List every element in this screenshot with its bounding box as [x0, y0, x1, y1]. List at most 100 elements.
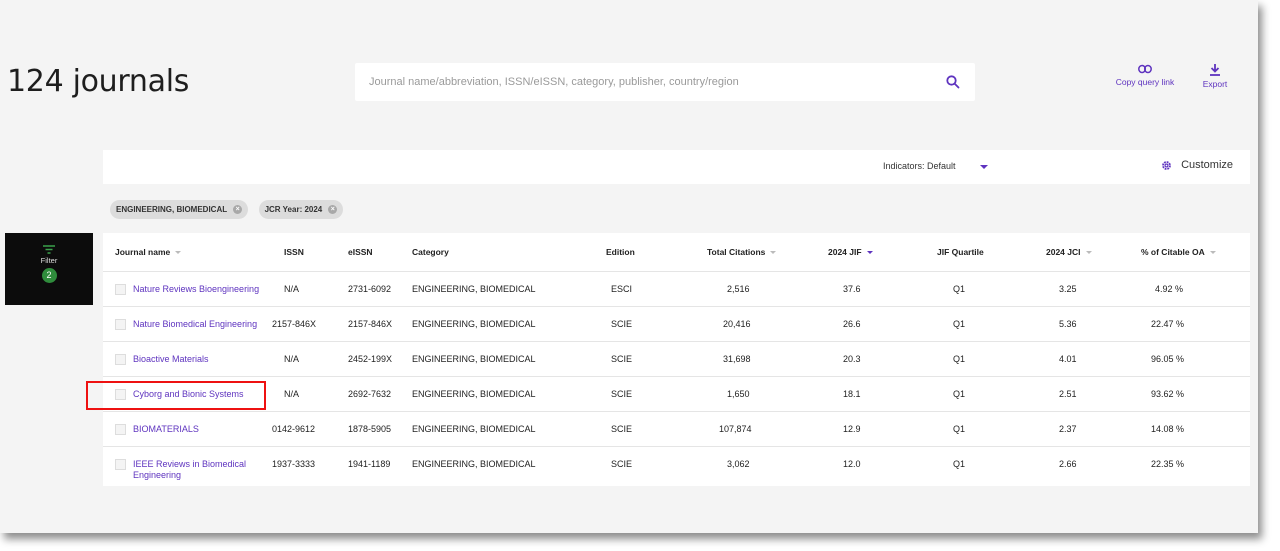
citations-cell: 2,516: [727, 284, 750, 294]
eissn-cell: 2157-846X: [348, 319, 393, 329]
indicators-label: Indicators: Default: [883, 161, 956, 171]
category-cell: ENGINEERING, BIOMEDICAL: [412, 319, 536, 329]
column-header-eissn: eISSN: [348, 247, 373, 257]
jif-cell: 12.0: [843, 459, 861, 469]
column-header-total-citations[interactable]: Total Citations: [707, 247, 777, 257]
export-button[interactable]: Export: [1198, 64, 1232, 89]
category-cell: ENGINEERING, BIOMEDICAL: [412, 284, 536, 294]
filter-count-badge: 2: [41, 268, 57, 283]
indicators-dropdown[interactable]: Indicators: Default: [883, 161, 989, 171]
table-row: Bioactive Materials N/A 2452-199X ENGINE…: [103, 341, 1250, 376]
table-row: Nature Reviews Bioengineering N/A 2731-6…: [103, 271, 1250, 306]
filter-chip-label: JCR Year: 2024: [264, 205, 323, 214]
category-cell: ENGINEERING, BIOMEDICAL: [412, 389, 536, 399]
jif-cell: 18.1: [843, 389, 861, 399]
journal-link[interactable]: Nature Biomedical Engineering: [133, 319, 257, 329]
eissn-cell: 1941-1189: [348, 459, 391, 469]
column-header-journal-name[interactable]: Journal name: [115, 247, 182, 257]
edition-cell: SCIE: [611, 459, 633, 469]
jci-cell: 2.37: [1059, 424, 1077, 434]
table-toolbar: Indicators: Default Customize: [103, 150, 1250, 184]
row-checkbox[interactable]: [115, 459, 126, 470]
sort-icon: [866, 251, 873, 255]
table-row: IEEE Reviews in Biomedical Engineering 1…: [103, 446, 1250, 486]
journal-link[interactable]: BIOMATERIALS: [133, 424, 199, 434]
customize-button[interactable]: Customize: [1161, 159, 1233, 171]
citable-oa-cell: 14.08 %: [1151, 424, 1185, 434]
citations-cell: 20,416: [723, 319, 751, 329]
jci-cell: 3.25: [1059, 284, 1077, 294]
download-icon: [1210, 64, 1220, 76]
gear-icon: [1162, 160, 1171, 170]
row-checkbox[interactable]: [115, 354, 126, 365]
filter-label: Filter: [40, 256, 58, 265]
edition-cell: ESCI: [611, 284, 633, 294]
column-header-jif[interactable]: 2024 JIF: [828, 247, 873, 257]
quartile-cell: Q1: [953, 284, 966, 294]
search-input[interactable]: [355, 63, 935, 101]
chevron-down-icon: [980, 164, 989, 169]
edition-cell: SCIE: [611, 389, 633, 399]
category-cell: ENGINEERING, BIOMEDICAL: [412, 459, 536, 469]
citable-oa-cell: 4.92 %: [1155, 284, 1184, 294]
edition-cell: SCIE: [611, 424, 633, 434]
sort-icon: [1085, 251, 1092, 255]
filter-chip-year[interactable]: JCR Year: 2024 ×: [258, 200, 344, 219]
journal-link[interactable]: Nature Reviews Bioengineering: [133, 284, 259, 294]
jif-cell: 12.9: [843, 424, 861, 434]
close-icon[interactable]: ×: [233, 205, 243, 215]
issn-cell: N/A: [284, 284, 300, 294]
jif-cell: 20.3: [843, 354, 861, 364]
column-header-jif-quartile: JIF Quartile: [937, 247, 984, 257]
filter-panel-button[interactable]: Filter 2: [5, 233, 93, 305]
search-icon[interactable]: [945, 74, 961, 90]
edition-cell: SCIE: [611, 319, 633, 329]
column-header-citable-oa[interactable]: % of Citable OA: [1141, 247, 1216, 257]
jci-cell: 2.66: [1059, 459, 1077, 469]
active-filter-chips: ENGINEERING, BIOMEDICAL × JCR Year: 2024 ×: [110, 199, 349, 219]
journal-link[interactable]: IEEE Reviews in Biomedical Engineering: [133, 459, 263, 481]
edition-cell: SCIE: [611, 354, 633, 364]
column-header-edition: Edition: [606, 247, 635, 257]
app-frame: 124 journals Copy query link Export Indi…: [0, 0, 1258, 533]
jci-cell: 5.36: [1059, 319, 1077, 329]
quartile-cell: Q1: [953, 424, 966, 434]
citable-oa-cell: 96.05 %: [1151, 354, 1185, 364]
copy-query-link-label: Copy query link: [1115, 77, 1175, 87]
sort-icon: [770, 251, 777, 255]
copy-query-link-button[interactable]: Copy query link: [1112, 64, 1178, 87]
page-title: 124 journals: [7, 64, 190, 99]
export-label: Export: [1202, 79, 1228, 89]
eissn-cell: 2452-199X: [348, 354, 393, 364]
row-checkbox[interactable]: [115, 284, 126, 295]
row-checkbox[interactable]: [115, 424, 126, 435]
issn-cell: 0142-9612: [272, 424, 316, 434]
jci-cell: 2.51: [1059, 389, 1077, 399]
column-header-jci[interactable]: 2024 JCI: [1046, 247, 1092, 257]
eissn-cell: 2692-7632: [348, 389, 392, 399]
filter-chip-category[interactable]: ENGINEERING, BIOMEDICAL ×: [110, 200, 249, 219]
quartile-cell: Q1: [953, 389, 966, 399]
eissn-cell: 1878-5905: [348, 424, 392, 434]
sort-icon: [1209, 251, 1216, 255]
table-row: BIOMATERIALS 0142-9612 1878-5905 ENGINEE…: [103, 411, 1250, 446]
citable-oa-cell: 22.35 %: [1151, 459, 1185, 469]
close-icon[interactable]: ×: [328, 205, 338, 215]
row-checkbox[interactable]: [115, 319, 126, 330]
search-box[interactable]: [355, 63, 975, 101]
issn-cell: 1937-3333: [272, 459, 316, 469]
citations-cell: 1,650: [727, 389, 750, 399]
link-icon: [1138, 64, 1152, 74]
jif-cell: 26.6: [843, 319, 861, 329]
citations-cell: 3,062: [727, 459, 750, 469]
citations-cell: 31,698: [723, 354, 751, 364]
citations-cell: 107,874: [719, 424, 752, 434]
eissn-cell: 2731-6092: [348, 284, 392, 294]
issn-cell: N/A: [284, 354, 300, 364]
quartile-cell: Q1: [953, 319, 966, 329]
journal-link[interactable]: Bioactive Materials: [133, 354, 209, 364]
table-header: Journal name ISSN eISSN Category Edition…: [103, 233, 1250, 271]
journals-table: Journal name ISSN eISSN Category Edition…: [103, 233, 1250, 486]
column-header-issn: ISSN: [284, 247, 304, 257]
customize-label: Customize: [1181, 159, 1234, 171]
